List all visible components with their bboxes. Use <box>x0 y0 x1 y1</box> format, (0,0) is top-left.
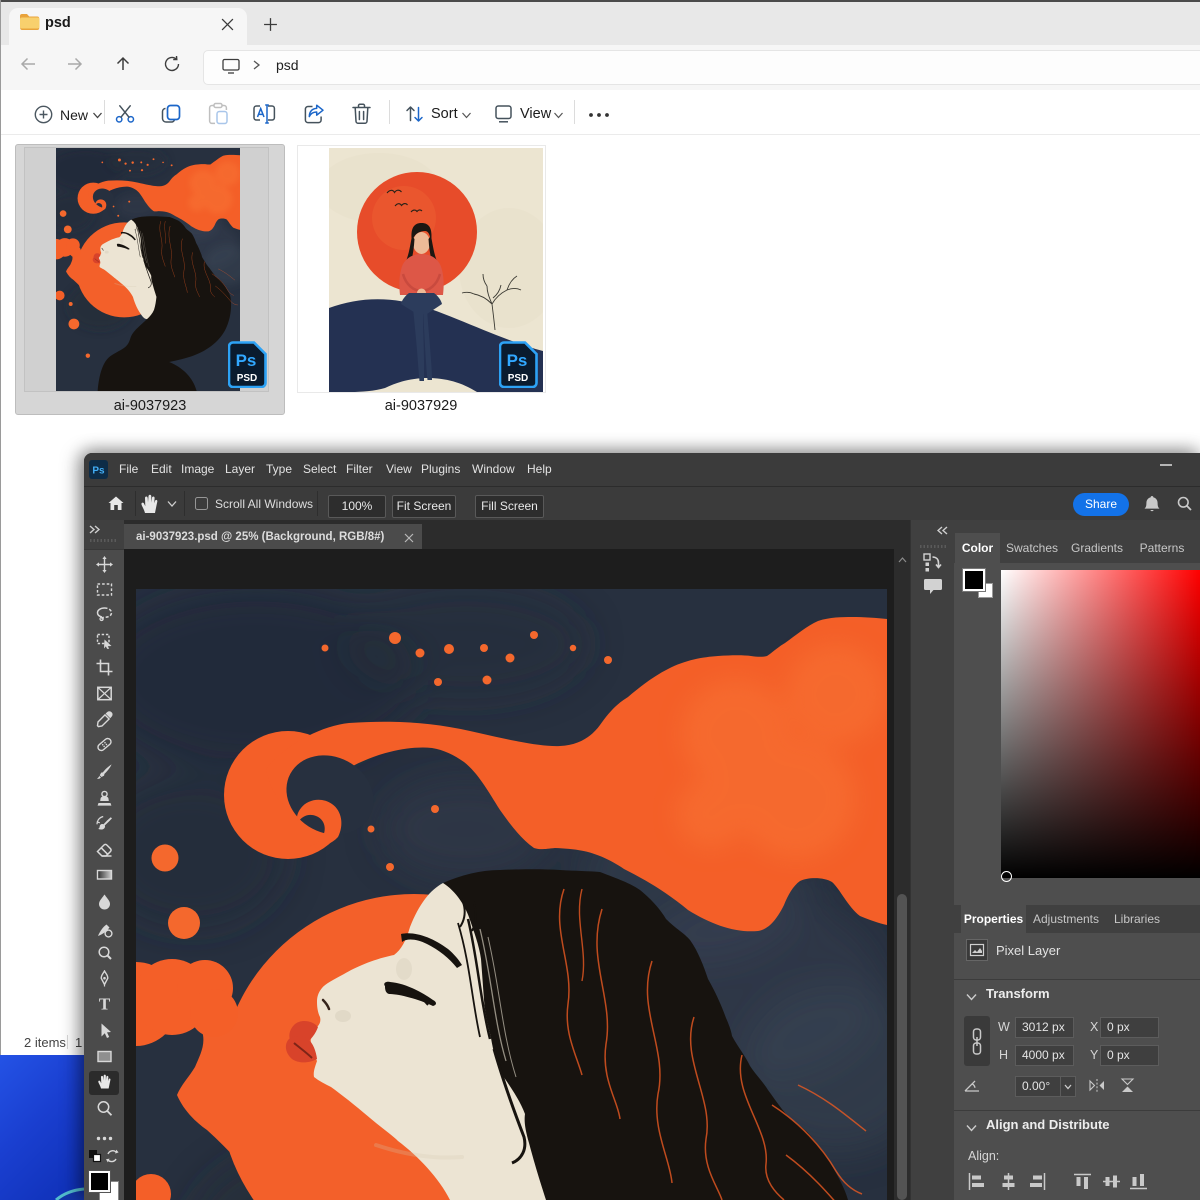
svg-text:T: T <box>99 995 111 1012</box>
svg-text:PSD: PSD <box>237 373 258 384</box>
svg-text:Ps: Ps <box>92 466 105 477</box>
svg-text:Ps: Ps <box>236 351 257 370</box>
svg-text:PSD: PSD <box>508 373 529 384</box>
svg-text:Ps: Ps <box>507 351 528 370</box>
